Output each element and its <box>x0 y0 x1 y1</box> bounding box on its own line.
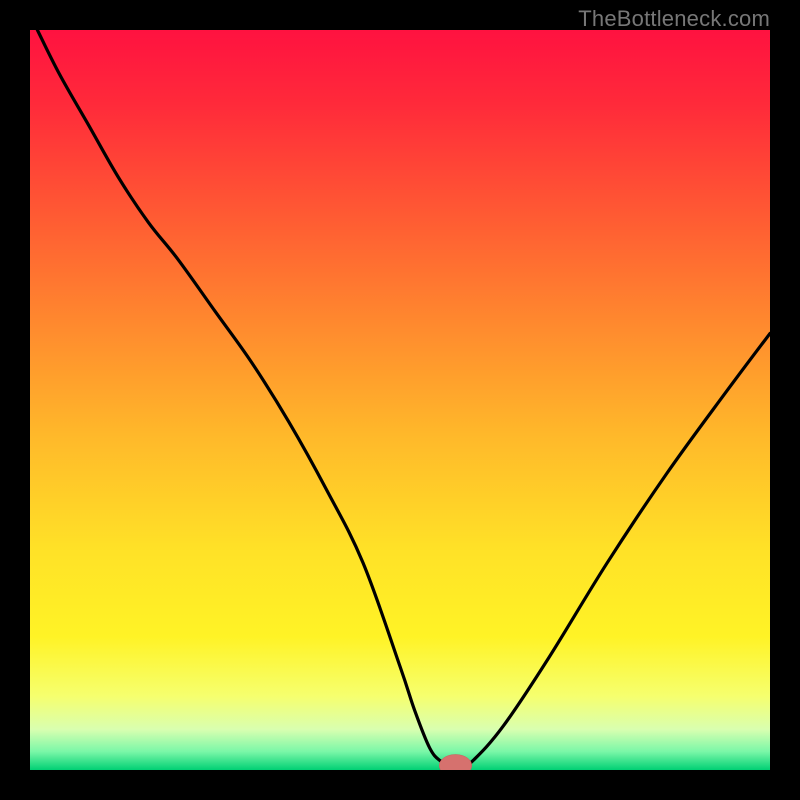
gradient-background <box>30 30 770 770</box>
chart-frame: TheBottleneck.com <box>0 0 800 800</box>
plot-area <box>30 30 770 770</box>
bottleneck-chart <box>30 30 770 770</box>
watermark-text: TheBottleneck.com <box>578 6 770 32</box>
